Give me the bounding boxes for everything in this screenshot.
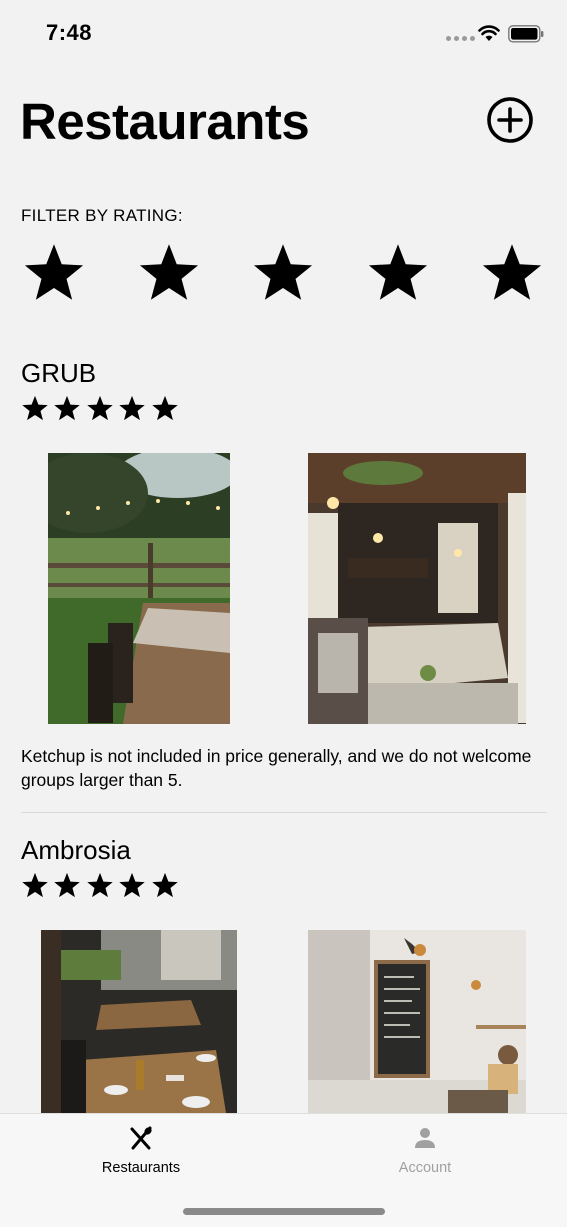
star-icon (87, 872, 113, 898)
dining-room-photo (41, 930, 237, 1113)
restaurant-name[interactable]: GRUB (21, 358, 96, 389)
restaurant-photo[interactable] (48, 453, 230, 724)
restaurant-photo[interactable] (308, 453, 526, 724)
divider (21, 812, 547, 813)
wifi-icon (478, 25, 500, 41)
star-icon (152, 872, 178, 898)
filter-label: FILTER BY RATING: (21, 206, 183, 225)
fork-knife-icon (130, 1126, 152, 1150)
tab-label: Restaurants (101, 1160, 181, 1176)
restaurant-photo[interactable] (308, 930, 526, 1113)
restaurant-rating (21, 871, 181, 899)
add-restaurant-button[interactable] (486, 96, 534, 144)
filter-stars (22, 240, 544, 304)
star-icon (87, 395, 113, 421)
filter-star-5[interactable] (480, 240, 544, 304)
page-title: Restaurants (20, 93, 310, 150)
star-icon (22, 872, 48, 898)
star-icon (253, 244, 313, 300)
tab-restaurants[interactable]: Restaurants (41, 1114, 241, 1194)
cellular-dots-icon (446, 36, 475, 41)
star-icon (22, 395, 48, 421)
tab-label: Account (398, 1160, 452, 1176)
plus-circle-icon (487, 97, 533, 143)
battery-icon (508, 25, 544, 43)
restaurant-description: Ketchup is not included in price general… (21, 746, 532, 790)
filter-star-1[interactable] (22, 240, 86, 304)
outdoor-table-photo (48, 453, 230, 724)
filter-star-3[interactable] (251, 240, 315, 304)
star-icon (152, 395, 178, 421)
tab-account[interactable]: Account (325, 1114, 525, 1194)
star-icon (139, 244, 199, 300)
star-icon (368, 244, 428, 300)
filter-star-2[interactable] (137, 240, 201, 304)
cafe-wall-photo (308, 930, 526, 1113)
status-bar: 7:48 (0, 0, 567, 70)
star-icon (482, 244, 542, 300)
star-icon (119, 872, 145, 898)
status-time: 7:48 (46, 20, 93, 45)
star-icon (54, 872, 80, 898)
star-icon (119, 395, 145, 421)
restaurant-name[interactable]: Ambrosia (21, 835, 131, 866)
star-icon (24, 244, 84, 300)
cafe-interior-photo (308, 453, 526, 724)
header: Restaurants (20, 88, 547, 158)
restaurant-photo[interactable] (41, 930, 237, 1113)
home-indicator[interactable] (183, 1208, 385, 1215)
star-icon (54, 395, 80, 421)
restaurant-rating (21, 394, 181, 422)
person-icon (415, 1128, 435, 1148)
filter-star-4[interactable] (366, 240, 430, 304)
